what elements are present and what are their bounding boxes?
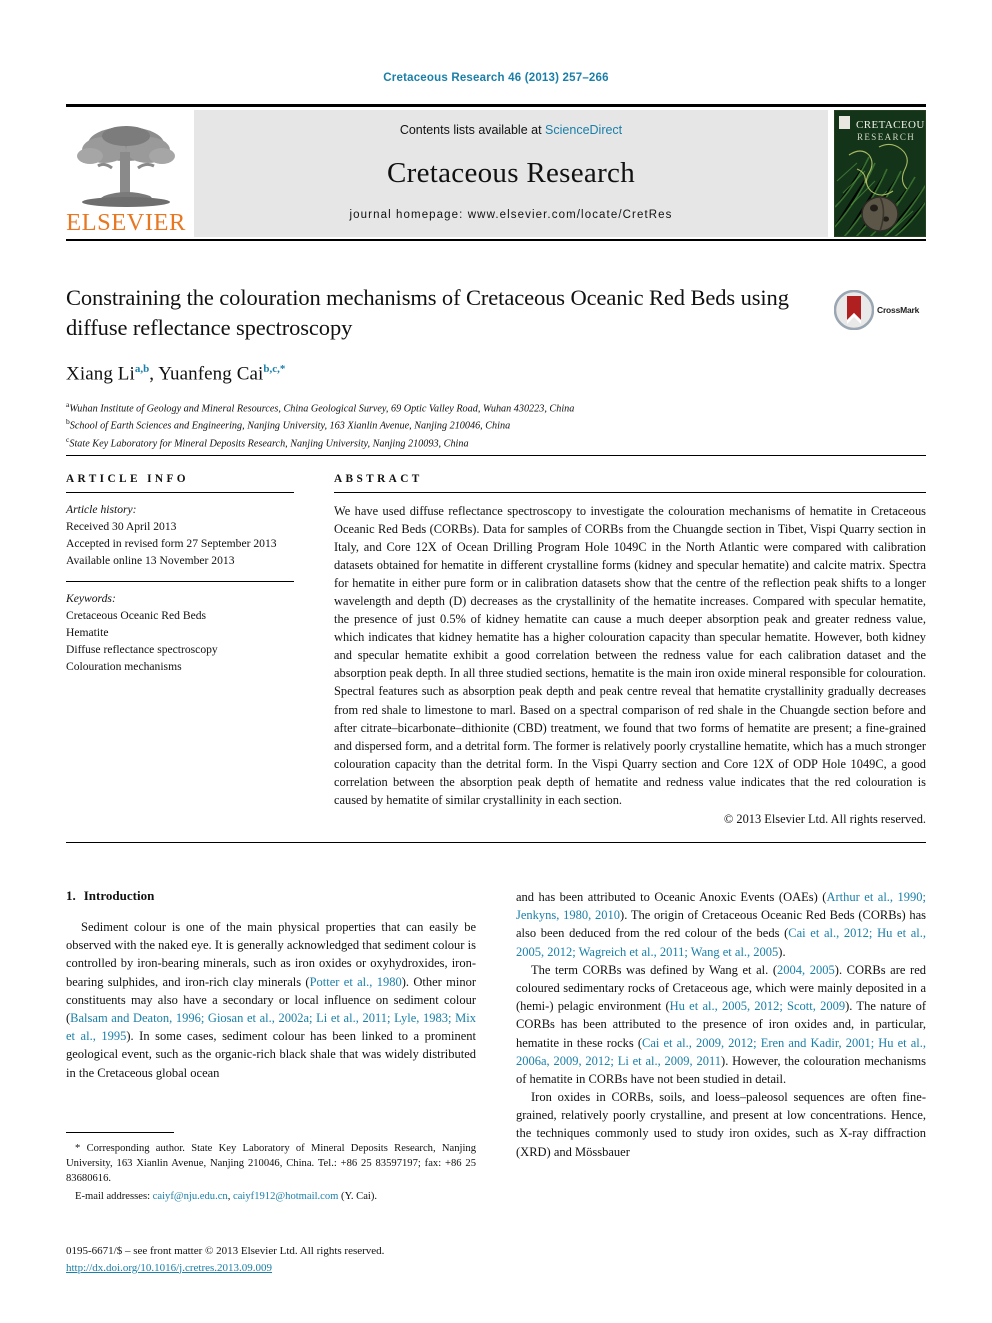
running-head: Cretaceous Research 46 (2013) 257–266 — [383, 72, 609, 84]
keywords-rule — [66, 581, 294, 583]
masthead-center: Contents lists available at ScienceDirec… — [194, 110, 828, 237]
intro-paragraph-left: Sediment colour is one of the main physi… — [66, 918, 476, 1082]
abstract-column: ABSTRACT We have used diffuse reflectanc… — [316, 473, 926, 827]
author-name-2: Yuanfeng Cai — [158, 363, 264, 385]
author-name-1: Xiang Li — [66, 363, 135, 385]
citation-hu-scott[interactable]: Hu et al., 2005, 2012; Scott, 2009 — [670, 999, 845, 1013]
sciencedirect-link[interactable]: ScienceDirect — [545, 123, 622, 137]
cover-art-icon: CRETACEOUS RESEARCH — [835, 111, 925, 236]
keyword-2: Hematite — [66, 626, 109, 640]
svg-text:CRETACEOUS: CRETACEOUS — [856, 119, 925, 131]
elsevier-logo: ELSEVIER — [66, 110, 186, 237]
crossmark-badge[interactable]: CrossMark — [834, 285, 926, 335]
email-label: E-mail addresses: — [75, 1191, 151, 1203]
info-abstract-band: ARTICLE INFO Article history: Received 3… — [66, 455, 926, 827]
article-history-received: Received 30 April 2013 — [66, 520, 177, 534]
article-history-online: Available online 13 November 2013 — [66, 554, 235, 568]
elsevier-wordmark: ELSEVIER — [66, 208, 186, 236]
intro-right-text-c: ). — [778, 944, 786, 959]
introduction-number: 1. — [66, 888, 76, 903]
svg-text:RESEARCH: RESEARCH — [857, 132, 915, 142]
crossmark-label: CrossMark — [877, 305, 920, 315]
body-column-right: and has been attributed to Oceanic Anoxi… — [516, 888, 926, 1161]
intro-right-text-a: and has been attributed to Oceanic Anoxi… — [516, 890, 827, 904]
article-info-column: ARTICLE INFO Article history: Received 3… — [66, 473, 316, 827]
citation-potter-1980[interactable]: Potter et al., 1980 — [310, 975, 402, 989]
contents-available-line: Contents lists available at ScienceDirec… — [400, 123, 622, 137]
intro-left-text-c: ). In some cases, sediment colour has be… — [66, 1029, 476, 1080]
journal-homepage-line[interactable]: journal homepage: www.elsevier.com/locat… — [350, 209, 673, 221]
intro-paragraph-right-1: and has been attributed to Oceanic Anoxi… — [516, 888, 926, 961]
journal-masthead: ELSEVIER Contents lists available at Sci… — [66, 104, 926, 241]
band-bottom-rule — [66, 842, 926, 843]
introduction-title: Introduction — [83, 888, 155, 903]
keywords-label: Keywords: — [66, 592, 116, 606]
email-suffix: (Y. Cai). — [338, 1191, 378, 1203]
crossmark-icon — [834, 290, 874, 330]
author-affil-mark-1: a,b — [134, 363, 150, 376]
abstract-heading: ABSTRACT — [334, 473, 423, 485]
affiliation-text-c: State Key Laboratory for Mineral Deposit… — [69, 438, 469, 450]
affiliation-a: aWuhan Institute of Geology and Mineral … — [66, 399, 926, 417]
abstract-copyright: © 2013 Elsevier Ltd. All rights reserved… — [723, 811, 926, 826]
elsevier-tree-icon — [77, 125, 175, 207]
author-list: Xiang Lia,b, Yuanfeng Caib,c,* — [66, 363, 926, 385]
affiliation-b: bSchool of Earth Sciences and Engineerin… — [66, 416, 926, 434]
affiliation-list: aWuhan Institute of Geology and Mineral … — [66, 399, 926, 452]
email-note: E-mail addresses: caiyf@nju.edu.cn, caiy… — [66, 1189, 476, 1204]
body-columns: 1. Introduction Sediment colour is one of… — [66, 888, 926, 1161]
doi-link[interactable]: http://dx.doi.org/10.1016/j.cretres.2013… — [66, 1262, 272, 1274]
affiliation-text-a: Wuhan Institute of Geology and Mineral R… — [69, 403, 575, 415]
title-block: Constraining the colouration mechanisms … — [66, 283, 926, 452]
issn-copyright-line: 0195-6671/$ – see front matter © 2013 El… — [66, 1245, 385, 1257]
body-column-left: 1. Introduction Sediment colour is one of… — [66, 888, 476, 1161]
corresponding-text: Corresponding author. State Key Laborato… — [66, 1143, 476, 1185]
page-title: Constraining the colouration mechanisms … — [66, 285, 789, 340]
email-link-1[interactable]: caiyf@nju.edu.cn — [153, 1191, 228, 1202]
citation-wang-2004-2005[interactable]: 2004, 2005 — [777, 963, 835, 977]
intro-paragraph-right-2: The term CORBs was defined by Wang et al… — [516, 961, 926, 1088]
article-history-accepted: Accepted in revised form 27 September 20… — [66, 537, 277, 551]
intro-paragraph-right-3: Iron oxides in CORBs, soils, and loess–p… — [516, 1090, 926, 1159]
keyword-4: Colouration mechanisms — [66, 660, 182, 674]
email-link-2[interactable]: caiyf1912@hotmail.com — [233, 1191, 338, 1202]
corresponding-author-note: * Corresponding author. State Key Labora… — [66, 1141, 476, 1186]
footnote-block: * Corresponding author. State Key Labora… — [66, 1132, 476, 1205]
journal-title: Cretaceous Research — [386, 156, 636, 189]
masthead-bottom-rule — [66, 239, 926, 241]
introduction-heading: 1. Introduction — [66, 888, 476, 904]
article-info-rule — [66, 492, 294, 493]
author-separator: , — [149, 363, 159, 385]
article-info-heading: ARTICLE INFO — [66, 473, 189, 485]
author-affil-mark-2: b,c,* — [263, 363, 286, 376]
affiliation-text-b: School of Earth Sciences and Engineering… — [69, 420, 511, 432]
footnote-rule — [66, 1132, 174, 1133]
journal-cover-thumbnail: CRETACEOUS RESEARCH — [834, 110, 926, 237]
affiliation-c: cState Key Laboratory for Mineral Deposi… — [66, 434, 926, 452]
paper-page: Cretaceous Research 46 (2013) 257–266 EL… — [0, 0, 992, 1323]
keyword-1: Cretaceous Oceanic Red Beds — [66, 609, 207, 623]
keyword-3: Diffuse reflectance spectroscopy — [66, 643, 218, 657]
intro-right2-text-a: The term CORBs was defined by Wang et al… — [531, 962, 778, 977]
page-footer: 0195-6671/$ – see front matter © 2013 El… — [66, 1243, 496, 1276]
contents-prefix: Contents lists available at — [399, 123, 542, 137]
article-history-label: Article history: — [66, 503, 137, 516]
abstract-rule — [334, 492, 926, 493]
abstract-text: We have used diffuse reflectance spectro… — [334, 504, 926, 807]
